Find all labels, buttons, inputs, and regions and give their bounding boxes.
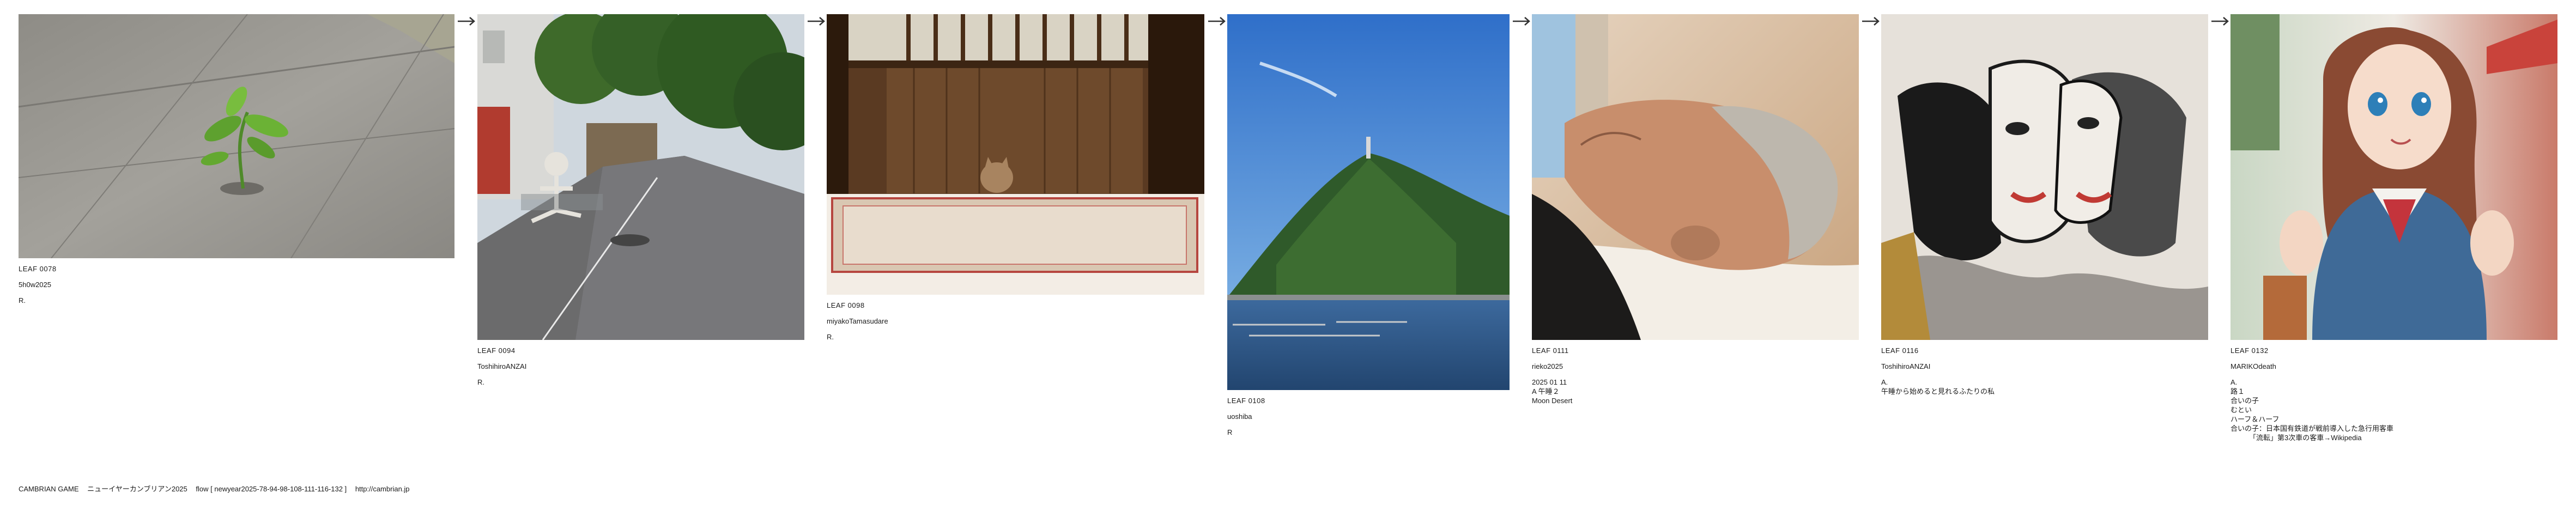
leaf-text: A 午睡２ xyxy=(1532,387,1560,396)
leaf-text: R. xyxy=(827,333,834,341)
sleeping-elderly-man-photo[interactable] xyxy=(1532,14,1859,340)
leaf-text: ハーフ＆ハーフ xyxy=(2230,415,2280,423)
leaf-id: LEAF 0078 xyxy=(19,265,57,273)
leaf-author[interactable]: miyakoTamasudare xyxy=(827,317,1204,325)
leaf-author[interactable]: rieko2025 xyxy=(1532,362,1859,370)
cubist-two-faces-painting[interactable] xyxy=(1881,14,2208,340)
flow-arrow-icon xyxy=(2209,15,2231,27)
sprouting-plant-in-pavement-photo[interactable] xyxy=(19,14,454,258)
leaf-card-0116[interactable]: LEAF 0116 ToshihiroANZAI A. 午睡から始めると見れるふ… xyxy=(1881,14,2208,397)
leaf-card-0098[interactable]: LEAF 0098 miyakoTamasudare R. xyxy=(827,14,1204,349)
leaf-text: 2025 01 11 xyxy=(1532,378,1567,386)
leaf-author[interactable]: ToshihiroANZAI xyxy=(477,362,804,370)
leaf-text: R xyxy=(1227,428,1233,436)
cat-behind-wooden-gate-photo[interactable] xyxy=(827,14,1204,295)
leaf-card-0111[interactable]: LEAF 0111 rieko2025 2025 01 11 A 午睡２ Moo… xyxy=(1532,14,1859,406)
leaf-card-0094[interactable]: LEAF 0094 ToshihiroANZAI R. xyxy=(477,14,804,394)
leaf-caption: LEAF 0116 ToshihiroANZAI A. 午睡から始めると見れるふ… xyxy=(1881,346,2208,396)
leaf-id: LEAF 0094 xyxy=(477,346,516,355)
leaf-text: 「流転」第3次車の客車→Wikipedia xyxy=(2249,434,2362,442)
leaf-author[interactable]: MARIKOdeath xyxy=(2230,362,2557,370)
site-link[interactable]: http://cambrian.jp xyxy=(355,485,410,493)
leaf-id: LEAF 0116 xyxy=(1881,346,1919,355)
game-title[interactable]: CAMBRIAN GAME xyxy=(19,485,79,493)
leaf-author[interactable]: ToshihiroANZAI xyxy=(1881,362,2208,370)
leaf-caption: LEAF 0111 rieko2025 2025 01 11 A 午睡２ Moo… xyxy=(1532,346,1859,405)
street-with-skeleton-photo[interactable] xyxy=(477,14,804,340)
leaf-card-0132[interactable]: LEAF 0132 MARIKOdeath A. 路１ 合いの子 むとい ハーフ… xyxy=(2230,14,2557,443)
leaf-caption: LEAF 0132 MARIKOdeath A. 路１ 合いの子 むとい ハーフ… xyxy=(2230,346,2557,442)
leaf-text: Moon Desert xyxy=(1532,397,1573,405)
leaf-author[interactable]: 5h0w2025 xyxy=(19,281,454,289)
leaf-caption: LEAF 0108 uoshiba R xyxy=(1227,397,1510,436)
flow-arrow-icon xyxy=(1511,15,1532,27)
leaf-text: 合いの子：日本国有鉄道が戦前導入した急行用客車 xyxy=(2230,424,2394,433)
leaf-caption: LEAF 0098 miyakoTamasudare R. xyxy=(827,301,1204,341)
flow-arrow-icon xyxy=(1860,15,1882,27)
island-hill-over-bay-photo[interactable] xyxy=(1227,14,1510,390)
leaf-text: 路１ xyxy=(2230,387,2245,396)
leaf-card-0078[interactable]: LEAF 0078 5h0w2025 R. xyxy=(19,14,454,312)
leaf-text: R. xyxy=(477,378,484,386)
leaf-text: 午睡から始めると見れるふたりの私 xyxy=(1881,387,1995,396)
flow-arrow-icon xyxy=(456,15,477,27)
footer-credit: CAMBRIAN GAME ニューイヤーカンブリアン2025 flow [ ne… xyxy=(19,485,416,494)
leaf-id: LEAF 0132 xyxy=(2230,346,2269,355)
leaf-caption: LEAF 0094 ToshihiroANZAI R. xyxy=(477,346,804,386)
leaf-id: LEAF 0108 xyxy=(1227,397,1265,405)
flow-arrow-icon xyxy=(1206,15,1228,27)
leaf-text: 合いの子 xyxy=(2230,397,2259,405)
flow-id: flow [ newyear2025-78-94-98-108-111-116-… xyxy=(196,485,347,493)
leaf-text: A. xyxy=(1881,378,1888,386)
leaf-text: むとい xyxy=(2230,406,2252,414)
event-name: ニューイヤーカンブリアン2025 xyxy=(87,485,187,493)
leaf-card-0108[interactable]: LEAF 0108 uoshiba R xyxy=(1227,14,1510,444)
leaf-id: LEAF 0098 xyxy=(827,301,865,309)
leaf-id: LEAF 0111 xyxy=(1532,346,1569,355)
leaf-text: R. xyxy=(19,296,26,305)
flow-arrow-icon xyxy=(805,15,827,27)
leaf-text: A. xyxy=(2230,378,2238,386)
leaf-flow-page: LEAF 0078 5h0w2025 R. LEAF 0094 Toshihir… xyxy=(0,0,2576,505)
leaf-author[interactable]: uoshiba xyxy=(1227,412,1510,421)
anime-schoolgirl-illustration[interactable] xyxy=(2230,14,2557,340)
leaf-caption: LEAF 0078 5h0w2025 R. xyxy=(19,265,454,305)
